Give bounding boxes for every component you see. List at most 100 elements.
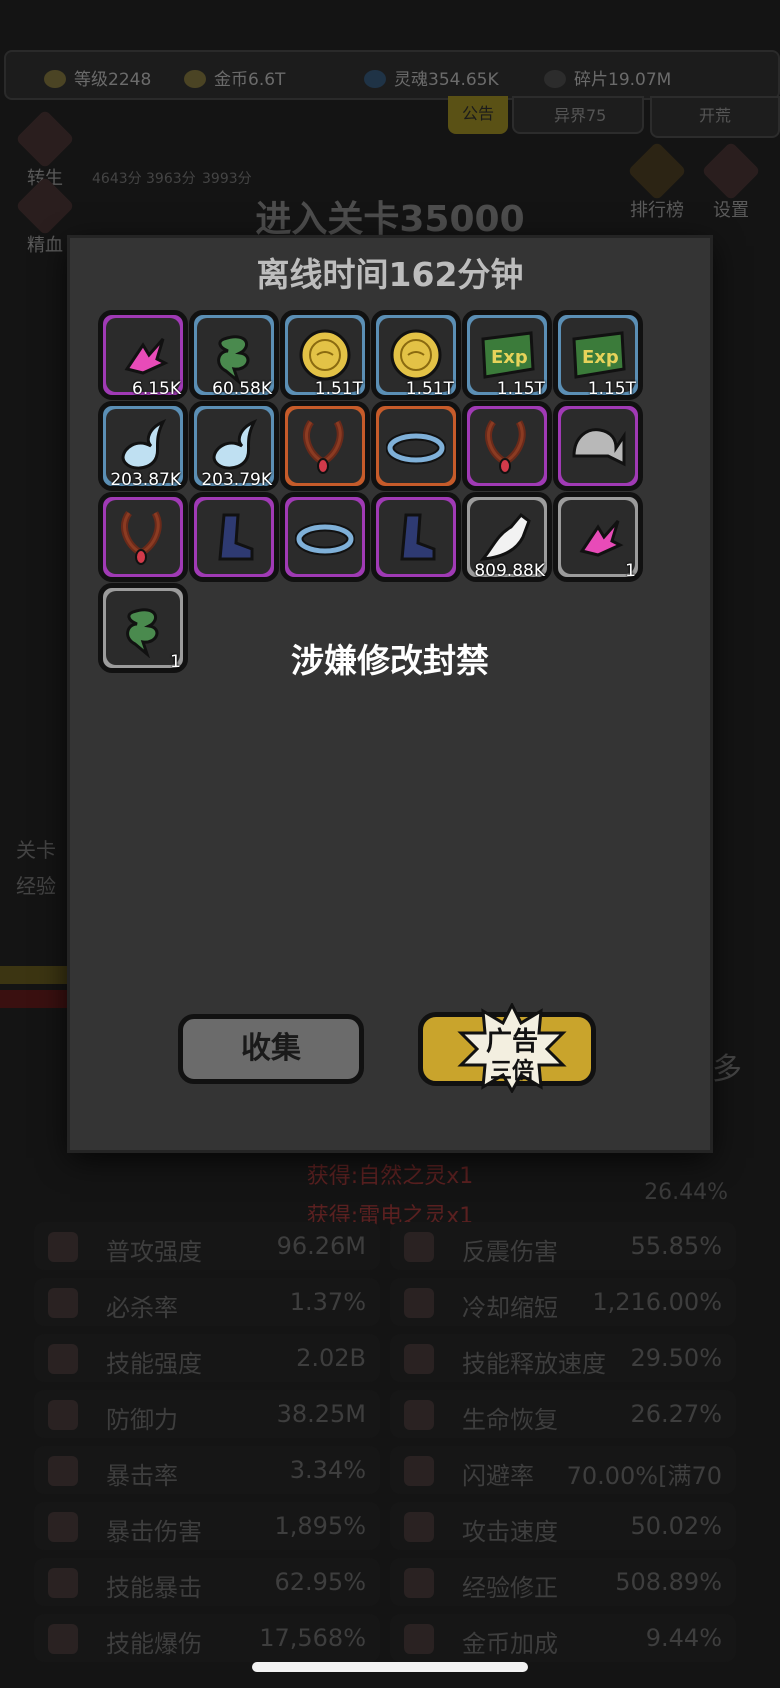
resource-shard: 碎片19.07M: [544, 65, 671, 90]
stat-name: 闪避率: [462, 1462, 534, 1490]
home-indicator[interactable]: [252, 1662, 528, 1672]
rank-icon: [627, 141, 687, 201]
offline-reward-dialog: 离线时间162分钟 6.15K 60.58K 1.51T 1.51T Exp 1.15T E…: [70, 238, 710, 1150]
stat-row: 技能爆伤 17,568% 金币加成 9.44%: [34, 1614, 742, 1664]
top-score-3: 3993分: [202, 171, 252, 187]
reward-slot[interactable]: 203.79K: [189, 401, 279, 491]
exp-ticket-icon: Exp: [481, 331, 535, 379]
collect-button[interactable]: 收集: [178, 1014, 364, 1084]
reward-slot[interactable]: 203.87K: [98, 401, 188, 491]
side-rank[interactable]: 排行榜: [622, 141, 692, 222]
stat-cell: 经验修正 508.89%: [390, 1558, 736, 1606]
stat-cell: 必杀率 1.37%: [34, 1278, 380, 1326]
stat-value: 9.44%: [645, 1624, 722, 1652]
exp-label: 经验: [16, 874, 56, 898]
reward-slot[interactable]: 1.51T: [280, 310, 370, 400]
reward-slot[interactable]: [371, 492, 461, 582]
reward-slot[interactable]: [280, 492, 370, 582]
tab-notice[interactable]: 公告: [448, 96, 508, 134]
more-label[interactable]: 多: [712, 1044, 742, 1088]
reward-slot[interactable]: [98, 492, 188, 582]
necklace-icon: [303, 419, 344, 474]
nature-spirit-icon: [217, 335, 250, 385]
item-quantity: 1.51T: [405, 379, 454, 399]
stat-name: 技能强度: [106, 1350, 202, 1378]
reward-slot[interactable]: [280, 401, 370, 491]
stat-cell: 反震伤害 55.85%: [390, 1222, 736, 1270]
boot-icon: [400, 513, 436, 561]
stat-value-partial: 26.44%: [644, 1180, 728, 1205]
svg-text:Exp: Exp: [582, 347, 619, 368]
stat-name: 生命恢复: [462, 1406, 558, 1434]
soul-icon: [364, 70, 386, 88]
stat-value: 17,568%: [259, 1624, 366, 1652]
stat-icon: [404, 1400, 434, 1430]
stat-icon: [48, 1568, 78, 1598]
tab-open[interactable]: 开荒: [650, 96, 780, 138]
ring-icon: [295, 522, 355, 556]
stat-cell: 暴击率 3.34%: [34, 1446, 380, 1494]
reward-slot[interactable]: 60.58K: [189, 310, 279, 400]
stat-value: 3.34%: [289, 1456, 366, 1484]
svg-text:Exp: Exp: [491, 347, 528, 368]
item-quantity: 203.79K: [201, 470, 272, 490]
stat-name: 经验修正: [462, 1574, 558, 1602]
stat-row: 暴击率 3.34% 闪避率 70.00%[满70: [34, 1446, 742, 1496]
stat-name: 必杀率: [106, 1294, 178, 1322]
tab-world[interactable]: 异界75: [512, 96, 644, 134]
stat-cell: 攻击速度 50.02%: [390, 1502, 736, 1550]
resource-level: 等级2248: [44, 65, 151, 90]
stat-icon: [404, 1568, 434, 1598]
top-score-1: 4643分: [92, 171, 142, 187]
stat-icon: [404, 1456, 434, 1486]
side-settings[interactable]: 设置: [696, 141, 766, 222]
stat-cell: 技能强度 2.02B: [34, 1334, 380, 1382]
stat-value: 2.02B: [296, 1344, 366, 1372]
ban-notice: 涉嫌修改封禁: [291, 641, 489, 680]
stat-row: 防御力 38.25M 生命恢复 26.27%: [34, 1390, 742, 1440]
reward-slot[interactable]: 1: [553, 492, 643, 582]
stat-icon: [48, 1232, 78, 1262]
stat-value: 1.37%: [289, 1288, 366, 1316]
resource-soul: 灵魂354.65K: [364, 65, 499, 90]
stat-value: 29.50%: [630, 1344, 722, 1372]
reward-slot[interactable]: 809.88K: [462, 492, 552, 582]
stat-icon: [404, 1232, 434, 1262]
stat-value: 55.85%: [630, 1232, 722, 1260]
stat-name: 暴击伤害: [106, 1518, 202, 1546]
boot-icon: [218, 513, 254, 561]
resource-bar: 等级2248 金币6.6T 灵魂354.65K 碎片19.07M: [4, 50, 780, 100]
stat-value: 1,895%: [274, 1512, 366, 1540]
item-quantity: 1.15T: [587, 379, 636, 399]
reward-slot[interactable]: [462, 401, 552, 491]
ad-triple-button[interactable]: 广告 三倍: [418, 1003, 596, 1093]
coin-icon: [184, 70, 206, 88]
necklace-icon: [485, 419, 526, 474]
item-quantity: 809.88K: [474, 561, 545, 581]
stat-icon: [404, 1288, 434, 1318]
reward-slot[interactable]: [371, 401, 461, 491]
reward-slot[interactable]: 1.51T: [371, 310, 461, 400]
stat-row: 暴击伤害 1,895% 攻击速度 50.02%: [34, 1502, 742, 1552]
stat-cell: 技能暴击 62.95%: [34, 1558, 380, 1606]
resource-coin: 金币6.6T: [184, 65, 285, 90]
reward-slot[interactable]: 6.15K: [98, 310, 188, 400]
stat-cell: 金币加成 9.44%: [390, 1614, 736, 1662]
stat-name: 防御力: [106, 1406, 178, 1434]
item-quantity: 1.51T: [314, 379, 363, 399]
reward-slot[interactable]: [189, 492, 279, 582]
item-quantity: 203.87K: [110, 470, 181, 490]
stat-name: 反震伤害: [462, 1238, 558, 1266]
reward-slot[interactable]: Exp 1.15T: [462, 310, 552, 400]
stat-name: 技能暴击: [106, 1574, 202, 1602]
reward-slot[interactable]: [553, 401, 643, 491]
stat-cell: 冷却缩短 1,216.00%: [390, 1278, 736, 1326]
stat-value: 50.02%: [630, 1512, 722, 1540]
stat-value: 1,216.00%: [592, 1288, 722, 1316]
exp-bar: [0, 966, 70, 984]
stat-name: 金币加成: [462, 1630, 558, 1658]
item-quantity: 1: [625, 561, 636, 581]
boot-wing-icon: [124, 338, 169, 375]
level-icon: [44, 70, 66, 88]
reward-slot[interactable]: Exp 1.15T: [553, 310, 643, 400]
